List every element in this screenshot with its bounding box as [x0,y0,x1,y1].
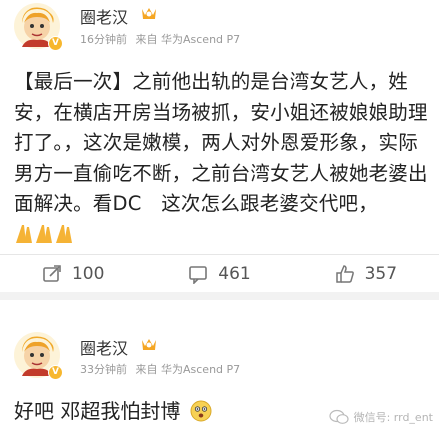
weibo-post-1: V 圈老汉 16分钟前 来自 华为Ascend P7 【最后一次】之前他出轨的是… [0,0,439,254]
comment-count: 461 [218,263,251,284]
post-meta: 16分钟前 来自 华为Ascend P7 [80,31,245,47]
repost-button[interactable]: 100 [0,255,146,292]
verified-badge-icon: V [48,36,63,51]
thumbs-up-icon [335,264,354,283]
like-count: 357 [364,263,398,284]
wechat-watermark: 微信号: rrd_ent [328,409,433,425]
pray-emoji-icon [16,224,72,243]
post-action-bar: 100 461 357 [0,254,439,300]
post-source: 来自 华为Ascend P7 [135,363,241,376]
post-time: 16分钟前 [80,33,127,46]
username[interactable]: 圈老汉 [80,335,128,359]
watermark-text: 微信号: rrd_ent [353,411,433,424]
shocked-face-emoji-icon [190,400,212,422]
avatar[interactable]: V [14,3,63,51]
post-source: 来自 华为Ascend P7 [135,33,241,46]
repost-count: 100 [71,263,105,284]
vip-crown-icon [142,339,156,350]
post-text: 好吧 邓超我怕封博 [14,399,181,423]
post-time: 33分钟前 [80,363,127,376]
avatar[interactable]: V [14,332,63,380]
post-content: 好吧 邓超我怕封博 [14,395,212,424]
post-content: 【最后一次】之前他出轨的是台湾女艺人，姓安，在横店开房当场被抓，安小姐还被娘娘助… [14,67,429,250]
repost-icon [43,264,61,282]
comment-button[interactable]: 461 [146,255,292,292]
post-meta: 33分钟前 来自 华为Ascend P7 [80,361,245,377]
comment-icon [189,265,208,284]
verified-badge-icon: V [48,365,63,380]
wechat-icon [328,409,349,424]
vip-crown-icon [142,8,156,19]
username[interactable]: 圈老汉 [80,4,128,28]
like-button[interactable]: 357 [293,255,439,292]
post-text: 【最后一次】之前他出轨的是台湾女艺人，姓安，在横店开房当场被抓，安小姐还被娘娘助… [14,70,428,215]
